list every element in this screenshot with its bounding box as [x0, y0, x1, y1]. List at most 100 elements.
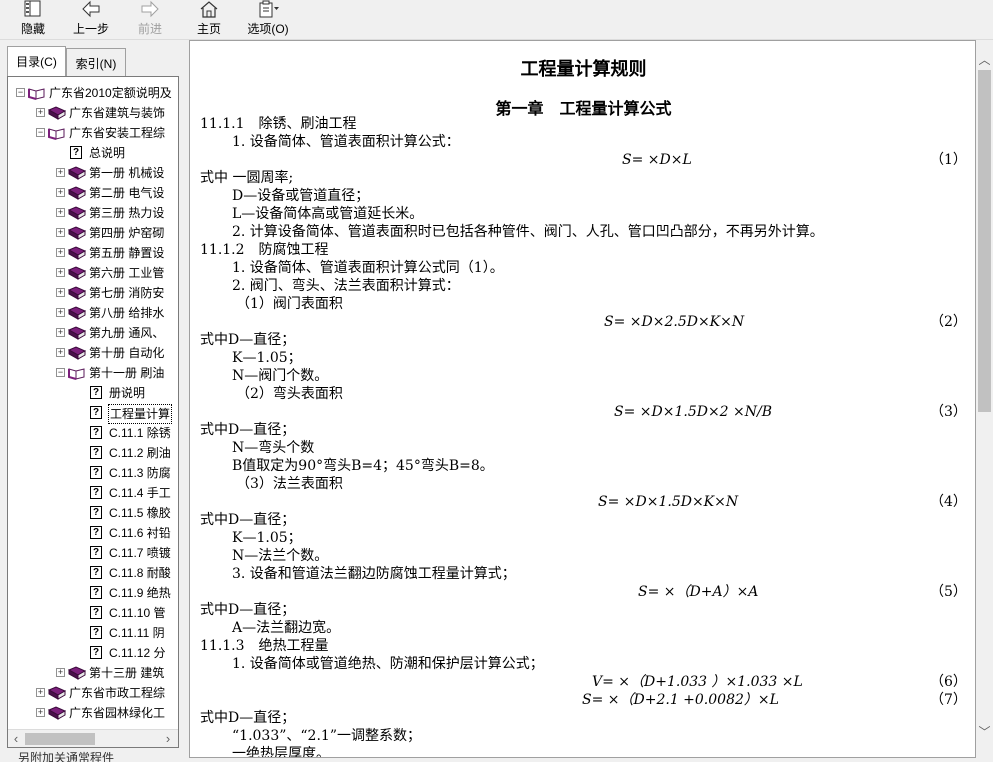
closed-book-icon [48, 706, 66, 720]
hide-button[interactable]: 隐藏 [16, 0, 50, 40]
tree-item-label: C.11.3 防腐 [109, 466, 171, 480]
vertical-scroll-thumb[interactable] [978, 70, 991, 412]
tab-index[interactable]: 索引(N) [66, 48, 126, 76]
expand-icon[interactable]: + [56, 208, 65, 217]
topic-content: 工程量计算规则 第一章 工程量计算公式 11.1.1 除锈、刷油工程 1. 设备简… [189, 40, 976, 758]
hide-label: 隐藏 [20, 22, 45, 36]
tree-item[interactable]: + 第十三册 建筑 [8, 663, 178, 683]
text-line: 11.1.1 除锈、刷油工程 [200, 116, 357, 132]
tree-item-label: 广东省建筑与装饰 [69, 106, 166, 120]
tree-item[interactable]: + 第三册 热力设 [8, 203, 178, 223]
closed-book-icon [68, 186, 86, 200]
tree-item[interactable]: ? 工程量计算 [8, 403, 178, 424]
tree-item[interactable]: + 第五册 静置设 [8, 243, 178, 263]
help-page-icon: ? [90, 586, 102, 599]
text-line: 式中D—直径； [200, 710, 296, 726]
text-line: A—法兰翻边宽。 [232, 620, 341, 636]
tree-item[interactable]: + 第二册 电气设 [8, 183, 178, 203]
tree-item[interactable]: ? C.11.2 刷油 [8, 443, 178, 463]
text-line: K—1.05； [232, 530, 302, 546]
vertical-scrollbar[interactable]: ︿ ﹀ [976, 40, 993, 762]
formula: S= ×D×1.5D×2 ×N/B [614, 404, 773, 420]
forward-button[interactable]: 前进 [134, 0, 166, 40]
tree-item[interactable]: + 广东省市政工程综 [8, 683, 178, 703]
expand-icon[interactable]: + [36, 708, 45, 717]
tree-item[interactable]: ? C.11.11 阴 [8, 623, 178, 643]
tab-contents[interactable]: 目录(C) [7, 46, 66, 76]
back-button[interactable]: 上一步 [70, 0, 112, 40]
formula: S= ×D×1.5D×K×N [598, 494, 739, 510]
tree-item[interactable]: + 第一册 机械设 [8, 163, 178, 183]
tree-item[interactable]: + 第四册 炉窑砌 [8, 223, 178, 243]
tree-item[interactable]: + 第七册 消防安 [8, 283, 178, 303]
tree-item[interactable]: ? C.11.3 防腐 [8, 463, 178, 483]
equation-number: （5） [930, 584, 967, 600]
home-label: 主页 [196, 22, 221, 36]
collapse-icon[interactable]: − [36, 128, 45, 137]
contents-tree-panel: − 广东省2010定额说明及 + 广东省建筑与装饰 − 广东省安装工程综? 总说明 + 第一册 … [7, 76, 179, 748]
options-button[interactable]: 选项(O) [244, 0, 292, 40]
hide-pane-icon [24, 0, 41, 17]
tree-item[interactable]: ? C.11.6 衬铅 [8, 523, 178, 543]
tree-item-label: C.11.1 除锈 [109, 426, 171, 440]
tree-item[interactable]: + 广东省园林绿化工 [8, 703, 178, 723]
expand-icon[interactable]: + [56, 188, 65, 197]
text-line: N—法兰个数。 [232, 548, 329, 564]
scroll-down-icon[interactable]: ﹀ [976, 724, 993, 741]
status-text: 另附加关通常程件 [18, 751, 115, 762]
closed-book-icon [48, 106, 66, 120]
tree-item-label: 第二册 电气设 [89, 186, 165, 200]
text-line: 一绝热层厚度。 [232, 746, 330, 758]
text-line: （3）法兰表面积 [236, 476, 343, 492]
tree-item[interactable]: ? C.11.7 喷镀 [8, 543, 178, 563]
tree-item[interactable]: − 第十一册 刷油 [8, 363, 178, 383]
horizontal-scroll-thumb[interactable] [25, 733, 95, 745]
help-page-icon: ? [90, 646, 102, 659]
tree-item[interactable]: ? C.11.9 绝热 [8, 583, 178, 603]
home-button[interactable]: 主页 [194, 0, 224, 40]
expand-icon[interactable]: + [56, 228, 65, 237]
options-icon [259, 0, 279, 18]
tree-item[interactable]: + 第八册 给排水 [8, 303, 178, 323]
expand-icon[interactable]: + [36, 108, 45, 117]
horizontal-scrollbar[interactable]: ‹ › [8, 729, 178, 747]
tree-item[interactable]: + 第十册 自动化 [8, 343, 178, 363]
expand-icon[interactable]: + [56, 168, 65, 177]
tree-item[interactable]: + 广东省建筑与装饰 [8, 103, 178, 123]
tree-item[interactable]: ? 总说明 [8, 143, 178, 163]
expand-icon[interactable]: + [56, 328, 65, 337]
tree-item-label: C.11.9 绝热 [109, 586, 171, 600]
tree-item[interactable]: + 第六册 工业管 [8, 263, 178, 283]
tree-item[interactable]: ? 册说明 [8, 383, 178, 403]
text-line: N—阀门个数。 [232, 368, 329, 384]
tree-item[interactable]: ? C.11.10 管 [8, 603, 178, 623]
expand-icon[interactable]: + [56, 268, 65, 277]
expand-icon[interactable]: + [36, 688, 45, 697]
closed-book-icon [68, 346, 86, 360]
text-line: K—1.05； [232, 350, 302, 366]
expand-icon[interactable]: + [56, 248, 65, 257]
scroll-right-icon[interactable]: › [160, 731, 176, 747]
tree-item-label: C.11.10 管 [109, 606, 166, 620]
help-page-icon: ? [90, 506, 102, 519]
closed-book-icon [68, 326, 86, 340]
expand-icon[interactable]: + [56, 668, 65, 677]
tree-item-label: 总说明 [89, 146, 126, 160]
tree-item[interactable]: ? C.11.1 除锈 [8, 423, 178, 443]
tree-item[interactable]: ? C.11.4 手工 [8, 483, 178, 503]
open-book-icon [48, 128, 65, 140]
expand-icon[interactable]: + [56, 308, 65, 317]
expand-icon[interactable]: + [56, 348, 65, 357]
tree-item[interactable]: ? C.11.12 分 [8, 643, 178, 663]
tree-item[interactable]: ? C.11.8 耐酸 [8, 563, 178, 583]
collapse-icon[interactable]: − [16, 88, 25, 97]
scroll-up-icon[interactable]: ︿ [976, 52, 993, 69]
expand-icon[interactable]: + [56, 288, 65, 297]
tree-item[interactable]: + 第九册 通风、 [8, 323, 178, 343]
collapse-icon[interactable]: − [56, 368, 65, 377]
tree-item[interactable]: − 广东省2010定额说明及 [8, 83, 178, 103]
tree-item[interactable]: − 广东省安装工程综 [8, 123, 178, 143]
tree-item[interactable]: ? C.11.5 橡胶 [8, 503, 178, 523]
scroll-left-icon[interactable]: ‹ [8, 731, 24, 747]
tree-item-label: C.11.5 橡胶 [109, 506, 171, 520]
